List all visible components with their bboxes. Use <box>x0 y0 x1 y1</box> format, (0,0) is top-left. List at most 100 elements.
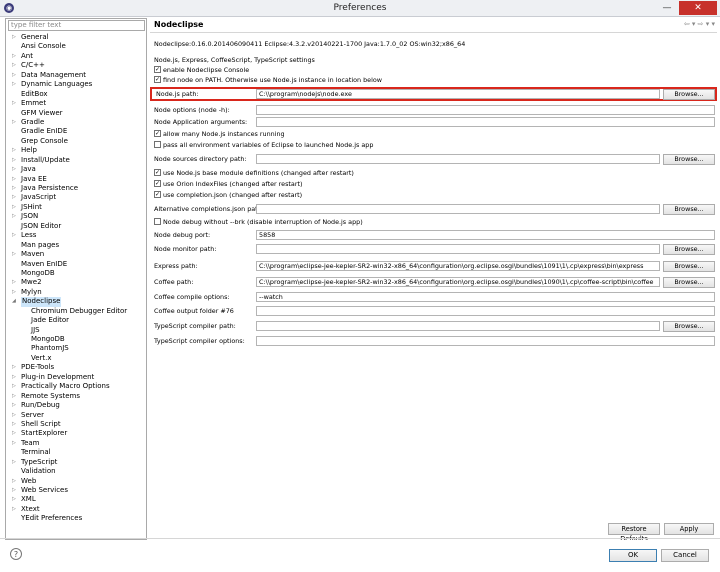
tree-item[interactable]: ▷ General <box>6 33 146 42</box>
tree-item[interactable]: Grep Console <box>6 137 146 146</box>
enable-console-checkbox[interactable]: ✓ <box>154 66 161 73</box>
allow-many-checkbox[interactable]: ✓ <box>154 130 161 137</box>
expand-arrow-icon[interactable]: ▷ <box>12 250 18 259</box>
minimize-button[interactable]: — <box>656 1 678 15</box>
expand-arrow-icon[interactable]: ▷ <box>12 146 18 155</box>
orion-checkbox[interactable]: ✓ <box>154 180 161 187</box>
tree-item[interactable]: ▷ Java EE <box>6 175 146 184</box>
ok-button[interactable]: OK <box>609 549 657 562</box>
tree-item[interactable]: ▷ PDE-Tools <box>6 363 146 372</box>
expand-arrow-icon[interactable]: ▷ <box>12 165 18 174</box>
expand-arrow-icon[interactable]: ▷ <box>12 420 18 429</box>
tree-item[interactable]: ▷ Ant <box>6 52 146 61</box>
expand-arrow-icon[interactable]: ▷ <box>12 156 18 165</box>
tree-item[interactable]: Chromium Debugger Editor <box>6 307 146 316</box>
node-app-args-input[interactable] <box>256 117 715 127</box>
pass-env-checkbox[interactable] <box>154 141 161 148</box>
node-path-input[interactable]: C:\\program\nodejs\node.exe <box>256 89 660 99</box>
tree-item[interactable]: ▷ JavaScript <box>6 193 146 202</box>
help-icon[interactable]: ? <box>10 548 22 560</box>
tree-item[interactable]: ▷ Less <box>6 231 146 240</box>
tree-item[interactable]: ▷ Practically Macro Options <box>6 382 146 391</box>
expand-arrow-icon[interactable]: ▷ <box>12 411 18 420</box>
tree-item[interactable]: ▷ Remote Systems <box>6 392 146 401</box>
tree-item[interactable]: MongoDB <box>6 335 146 344</box>
tree-item[interactable]: ▷ Server <box>6 411 146 420</box>
tree-item[interactable]: ▷ Web <box>6 477 146 486</box>
expand-arrow-icon[interactable]: ▷ <box>12 505 18 514</box>
coffee-path-browse-button[interactable]: Browse... <box>663 277 715 288</box>
node-sources-input[interactable] <box>256 154 660 164</box>
tree-item[interactable]: ▷ Java <box>6 165 146 174</box>
expand-arrow-icon[interactable]: ▷ <box>12 212 18 221</box>
expand-arrow-icon[interactable]: ▷ <box>12 495 18 504</box>
expand-arrow-icon[interactable]: ◢ <box>12 297 18 306</box>
expand-arrow-icon[interactable]: ▷ <box>12 193 18 202</box>
coffee-output-input[interactable] <box>256 306 715 316</box>
monitor-path-browse-button[interactable]: Browse... <box>663 244 715 255</box>
expand-arrow-icon[interactable]: ▷ <box>12 175 18 184</box>
base-module-checkbox[interactable]: ✓ <box>154 169 161 176</box>
expand-arrow-icon[interactable]: ▷ <box>12 52 18 61</box>
tree-item[interactable]: ▷ Maven <box>6 250 146 259</box>
tree-item[interactable]: ▷ TypeScript <box>6 458 146 467</box>
expand-arrow-icon[interactable]: ▷ <box>12 71 18 80</box>
tree-item[interactable]: ▷ Help <box>6 146 146 155</box>
expand-arrow-icon[interactable]: ▷ <box>12 429 18 438</box>
alt-completions-browse-button[interactable]: Browse... <box>663 204 715 215</box>
monitor-path-input[interactable] <box>256 244 660 254</box>
tree-item[interactable]: ▷ XML <box>6 495 146 504</box>
tree-item[interactable]: ▷ Java Persistence <box>6 184 146 193</box>
express-path-browse-button[interactable]: Browse... <box>663 261 715 272</box>
tree-item[interactable]: ▷ Gradle <box>6 118 146 127</box>
tree-item[interactable]: JJS <box>6 326 146 335</box>
expand-arrow-icon[interactable]: ▷ <box>12 203 18 212</box>
expand-arrow-icon[interactable]: ▷ <box>12 486 18 495</box>
coffee-path-input[interactable]: C:\\program\eclipse-jee-kepler-SR2-win32… <box>256 277 660 287</box>
expand-arrow-icon[interactable]: ▷ <box>12 231 18 240</box>
expand-arrow-icon[interactable]: ▷ <box>12 382 18 391</box>
tree-item[interactable]: ▷ Emmet <box>6 99 146 108</box>
expand-arrow-icon[interactable]: ▷ <box>12 392 18 401</box>
restore-defaults-button[interactable]: Restore Defaults <box>608 523 660 543</box>
expand-arrow-icon[interactable]: ▷ <box>12 61 18 70</box>
tree-item[interactable]: ▷ JSHint <box>6 203 146 212</box>
tree-item[interactable]: ▷ Web Services <box>6 486 146 495</box>
expand-arrow-icon[interactable]: ▷ <box>12 278 18 287</box>
tree-item[interactable]: YEdit Preferences <box>6 514 146 523</box>
tree-item[interactable]: Jade Editor <box>6 316 146 325</box>
tree-item[interactable]: EditBox <box>6 90 146 99</box>
tree-item[interactable]: ▷ JSON <box>6 212 146 221</box>
tree-item[interactable]: ▷ Run/Debug <box>6 401 146 410</box>
expand-arrow-icon[interactable]: ▷ <box>12 288 18 297</box>
node-path-browse-button[interactable]: Browse... <box>663 89 715 100</box>
node-sources-browse-button[interactable]: Browse... <box>663 154 715 165</box>
tree-item[interactable]: ◢ Nodeclipse <box>6 297 146 307</box>
tree-item[interactable]: Maven EnIDE <box>6 260 146 269</box>
history-nav-icons[interactable]: ⇦ ▾ ⇨ ▾ ▾ <box>684 20 715 28</box>
expand-arrow-icon[interactable]: ▷ <box>12 373 18 382</box>
expand-arrow-icon[interactable]: ▷ <box>12 33 18 42</box>
expand-arrow-icon[interactable]: ▷ <box>12 184 18 193</box>
tree-item[interactable]: Validation <box>6 467 146 476</box>
tree-item[interactable]: ▷ Mwe2 <box>6 278 146 287</box>
cancel-button[interactable]: Cancel <box>661 549 709 562</box>
tree-item[interactable]: ▷ Dynamic Languages <box>6 80 146 89</box>
tree-item[interactable]: ▷ C/C++ <box>6 61 146 70</box>
expand-arrow-icon[interactable]: ▷ <box>12 458 18 467</box>
tree-item[interactable]: ▷ StartExplorer <box>6 429 146 438</box>
tree-item[interactable]: Vert.x <box>6 354 146 363</box>
completion-checkbox[interactable]: ✓ <box>154 191 161 198</box>
ts-compiler-options-input[interactable] <box>256 336 715 346</box>
tree-item[interactable]: MongoDB <box>6 269 146 278</box>
alt-completions-input[interactable] <box>256 204 660 214</box>
expand-arrow-icon[interactable]: ▷ <box>12 99 18 108</box>
express-path-input[interactable]: C:\\program\eclipse-jee-kepler-SR2-win32… <box>256 261 660 271</box>
apply-button[interactable]: Apply <box>664 523 714 535</box>
tree-item[interactable]: ▷ Team <box>6 439 146 448</box>
ts-compiler-path-input[interactable] <box>256 321 660 331</box>
tree-item[interactable]: GFM Viewer <box>6 109 146 118</box>
tree-item[interactable]: ▷ Plug-in Development <box>6 373 146 382</box>
close-window-button[interactable]: ✕ <box>679 1 717 15</box>
debug-port-input[interactable]: 5858 <box>256 230 715 240</box>
